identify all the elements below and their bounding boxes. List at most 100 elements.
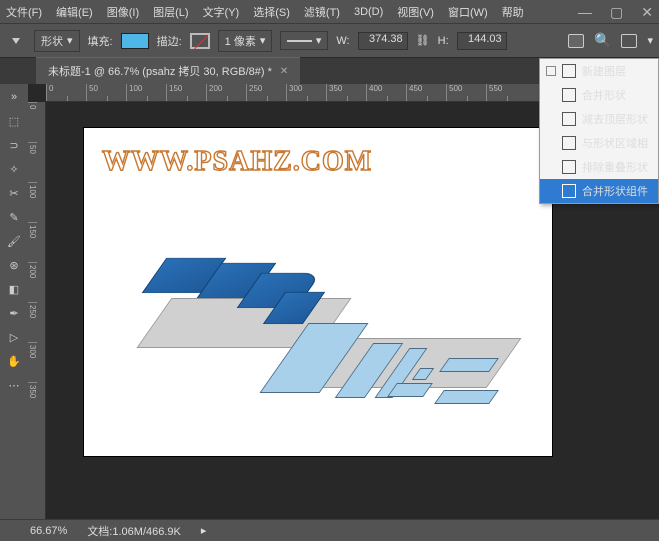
height-label: H: xyxy=(438,35,449,47)
search-icon[interactable]: 🔍 xyxy=(594,32,611,49)
canvas[interactable]: WWW.PSAHZ.COM xyxy=(84,128,552,456)
menu-3d[interactable]: 3D(D) xyxy=(354,6,383,18)
align-button[interactable] xyxy=(621,34,637,48)
path-operations-menu: 新建图层 合并形状 减去顶层形状 与形状区域相 排除重叠形状 合并形状组件 xyxy=(539,58,659,204)
tab-title: 未标题-1 @ 66.7% (psahz 拷贝 30, RGB/8#) * xyxy=(48,63,272,79)
menu-combine[interactable]: 合并形状 xyxy=(540,83,658,107)
menu-item-label: 合并形状 xyxy=(582,87,626,103)
menu-window[interactable]: 窗口(W) xyxy=(448,4,488,20)
hand-tool-icon[interactable]: ✋ xyxy=(3,350,25,372)
document-tab[interactable]: 未标题-1 @ 66.7% (psahz 拷贝 30, RGB/8#) * ✕ xyxy=(36,57,300,84)
window-controls: — ▢ ✕ xyxy=(578,0,653,24)
toolbox: » ⬚ ⊃ ✧ ✂ ✎ 🖌 ⊛ ◧ ✒ ▷ ✋ ⋯ xyxy=(0,84,28,519)
tab-close-icon[interactable]: ✕ xyxy=(280,66,288,77)
checkbox-icon xyxy=(546,66,556,76)
ruler-tick: 400 xyxy=(366,84,406,101)
stroke-swatch[interactable] xyxy=(190,33,210,49)
shape-mode-dropdown[interactable]: 形状▾ xyxy=(34,30,80,52)
crop-tool-icon[interactable]: ✂ xyxy=(3,182,25,204)
subtract-icon xyxy=(562,112,576,126)
menu-image[interactable]: 图像(I) xyxy=(107,4,139,20)
vertical-ruler[interactable]: 0 50 100 150 200 250 300 350 xyxy=(28,102,46,519)
intersect-icon xyxy=(562,136,576,150)
ruler-tick: 50 xyxy=(86,84,126,101)
ruler-tick: 250 xyxy=(246,84,286,101)
menu-merge-components[interactable]: 合并形状组件 xyxy=(540,179,658,203)
chevron-down-icon: ▾ xyxy=(260,34,266,47)
menu-item-label: 与形状区域相 xyxy=(582,135,648,151)
close-icon[interactable]: ✕ xyxy=(641,4,653,21)
ruler-tick: 300 xyxy=(286,84,326,101)
chevron-down-icon: ▾ xyxy=(316,34,322,47)
menu-exclude[interactable]: 排除重叠形状 xyxy=(540,155,658,179)
options-bar: 形状▾ 填充: 描边: 1 像素▾ ▾ W: 374.38 ⛓ H: 144.0… xyxy=(0,24,659,58)
fill-swatch[interactable] xyxy=(121,33,149,49)
menu-item-label: 新建图层 xyxy=(582,63,626,79)
height-input[interactable]: 144.03 xyxy=(457,32,507,50)
link-icon[interactable]: ⛓ xyxy=(416,34,430,47)
chevron-down-icon[interactable]: ▾ xyxy=(647,34,653,47)
combine-icon xyxy=(562,88,576,102)
merge-icon xyxy=(562,184,576,198)
ruler-tick: 500 xyxy=(446,84,486,101)
eyedropper-tool-icon[interactable]: ✎ xyxy=(3,206,25,228)
exclude-icon xyxy=(562,160,576,174)
menu-intersect[interactable]: 与形状区域相 xyxy=(540,131,658,155)
width-label: W: xyxy=(336,35,349,47)
lasso-tool-icon[interactable]: ⊃ xyxy=(3,134,25,156)
menu-file[interactable]: 文件(F) xyxy=(6,4,42,20)
menu-select[interactable]: 选择(S) xyxy=(253,4,290,20)
ruler-tick: 100 xyxy=(126,84,166,101)
ruler-tick: 100 xyxy=(28,182,37,222)
ruler-tick: 0 xyxy=(46,84,86,101)
menu-layer[interactable]: 图层(L) xyxy=(153,4,188,20)
stroke-width-value: 1 像素 xyxy=(225,33,256,49)
stamp-tool-icon[interactable]: ⊛ xyxy=(3,254,25,276)
width-input[interactable]: 374.38 xyxy=(358,32,408,50)
menu-type[interactable]: 文字(Y) xyxy=(203,4,240,20)
menu-bar: 文件(F) 编辑(E) 图像(I) 图层(L) 文字(Y) 选择(S) 滤镜(T… xyxy=(0,0,659,24)
artwork-3d xyxy=(124,228,514,438)
eraser-tool-icon[interactable]: ◧ xyxy=(3,278,25,300)
menu-filter[interactable]: 滤镜(T) xyxy=(304,4,340,20)
line-icon xyxy=(287,40,311,42)
ruler-tick: 350 xyxy=(28,382,37,422)
expand-icon[interactable]: » xyxy=(3,86,25,108)
doc-size[interactable]: 文档:1.06M/466.9K xyxy=(87,523,181,539)
path-select-tool-icon[interactable]: ▷ xyxy=(3,326,25,348)
ruler-tick: 0 xyxy=(28,102,37,142)
zoom-level[interactable]: 66.67% xyxy=(30,525,67,537)
menu-view[interactable]: 视图(V) xyxy=(397,4,434,20)
menu-item-label: 减去顶层形状 xyxy=(582,111,648,127)
menu-help[interactable]: 帮助 xyxy=(502,4,524,20)
menu-edit[interactable]: 编辑(E) xyxy=(56,4,93,20)
stroke-style-dropdown[interactable]: ▾ xyxy=(280,31,328,50)
ruler-tick: 300 xyxy=(28,342,37,382)
brush-tool-icon[interactable]: 🖌 xyxy=(3,230,25,252)
menu-new-layer[interactable]: 新建图层 xyxy=(540,59,658,83)
menu-subtract[interactable]: 减去顶层形状 xyxy=(540,107,658,131)
status-chevron-icon[interactable]: ▸ xyxy=(201,524,207,537)
path-ops-button[interactable] xyxy=(568,34,584,48)
ruler-tick: 350 xyxy=(326,84,366,101)
wand-tool-icon[interactable]: ✧ xyxy=(3,158,25,180)
ruler-tick: 250 xyxy=(28,302,37,342)
menu-item-label: 合并形状组件 xyxy=(582,183,648,199)
tool-preset-icon[interactable] xyxy=(6,31,26,51)
shape-mode-label: 形状 xyxy=(41,33,63,49)
ruler-tick: 150 xyxy=(28,222,37,262)
stroke-width-dropdown[interactable]: 1 像素 ▾ xyxy=(218,30,273,52)
ruler-tick: 450 xyxy=(406,84,446,101)
ruler-tick: 550 xyxy=(486,84,526,101)
marquee-tool-icon[interactable]: ⬚ xyxy=(3,110,25,132)
new-layer-icon xyxy=(562,64,576,78)
fill-label: 填充: xyxy=(88,33,113,49)
ruler-tick: 50 xyxy=(28,142,37,182)
maximize-icon[interactable]: ▢ xyxy=(610,4,623,21)
ruler-tick: 200 xyxy=(28,262,37,302)
status-bar: 66.67% 文档:1.06M/466.9K ▸ xyxy=(0,519,659,541)
pen-tool-icon[interactable]: ✒ xyxy=(3,302,25,324)
ruler-tick: 150 xyxy=(166,84,206,101)
more-tools-icon[interactable]: ⋯ xyxy=(3,374,25,396)
minimize-icon[interactable]: — xyxy=(578,4,592,20)
